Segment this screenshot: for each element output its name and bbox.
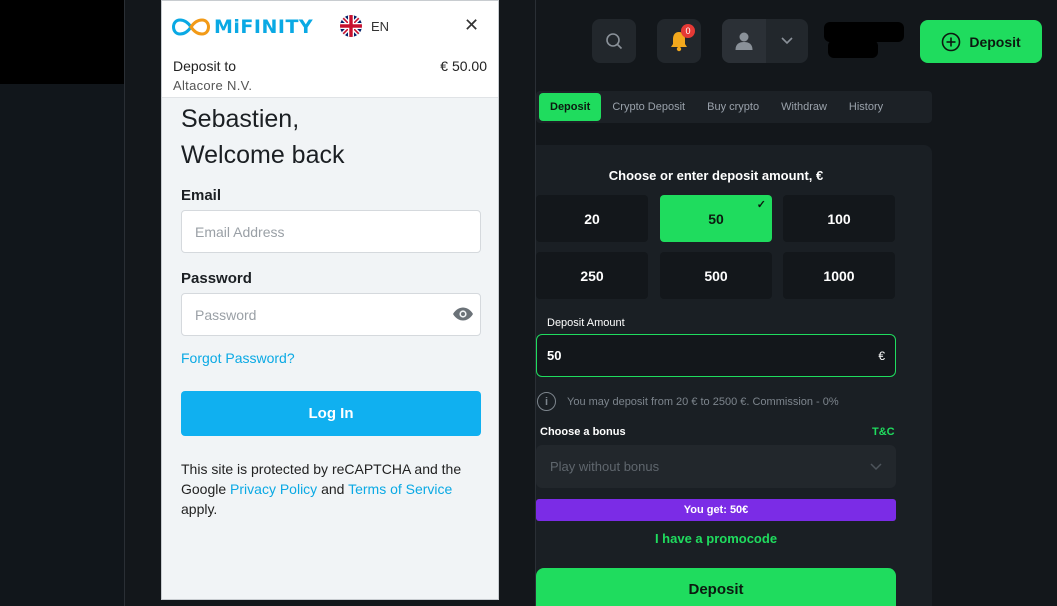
amount-label: 20 xyxy=(584,210,600,227)
account-menu-button[interactable] xyxy=(722,19,808,63)
welcome-heading: Sebastien, Welcome back xyxy=(181,101,345,173)
choose-amount-title: Choose or enter deposit amount, € xyxy=(608,168,824,183)
search-icon xyxy=(606,33,623,50)
password-field[interactable] xyxy=(181,293,481,336)
bonus-select[interactable]: Play without bonus xyxy=(536,445,896,488)
recaptcha-notice: This site is protected by reCAPTCHA and … xyxy=(181,459,481,519)
amount-option-1000[interactable]: 1000 xyxy=(783,252,895,299)
email-field[interactable] xyxy=(181,210,481,253)
login-button[interactable]: Log In xyxy=(181,391,481,436)
deposit-amount-label: Deposit Amount xyxy=(547,317,625,329)
tc-link[interactable]: T&C xyxy=(872,426,895,438)
amount-label: 1000 xyxy=(823,267,855,284)
left-header-area xyxy=(0,0,125,84)
header-deposit-label: Deposit xyxy=(969,33,1021,50)
close-icon[interactable]: ✕ xyxy=(464,15,479,36)
apply-text: apply. xyxy=(181,501,218,517)
promocode-link[interactable]: I have a promocode xyxy=(536,531,896,546)
user-icon xyxy=(735,32,753,50)
info-icon: i xyxy=(537,392,556,411)
notification-badge: 0 xyxy=(681,24,695,38)
mifinity-payment-window: MiFINITY EN ✕ Deposit to € 50.00 Altacor… xyxy=(161,0,499,600)
deposit-amount-value: 50 xyxy=(547,348,562,363)
deposit-total: € 50.00 xyxy=(440,58,487,74)
screen: 0 Deposit Deposit Crypto Deposit Buy cry… xyxy=(0,0,1057,606)
mifinity-header: MiFINITY EN ✕ Deposit to € 50.00 Altacor… xyxy=(162,1,498,98)
user-avatar xyxy=(722,19,766,63)
amount-label: 500 xyxy=(704,267,728,284)
amount-option-100[interactable]: 100 xyxy=(783,195,895,242)
language-selector[interactable]: EN xyxy=(340,15,389,37)
language-code: EN xyxy=(371,18,390,34)
infinity-logo-icon xyxy=(172,18,210,36)
tab-crypto-deposit[interactable]: Crypto Deposit xyxy=(601,93,696,121)
tab-withdraw[interactable]: Withdraw xyxy=(770,93,838,121)
search-button[interactable] xyxy=(592,19,636,63)
left-sidebar xyxy=(0,84,125,606)
amount-label: 100 xyxy=(827,210,851,227)
password-label: Password xyxy=(181,270,252,287)
bonus-label: Choose a bonus xyxy=(540,426,626,438)
deposit-submit-button[interactable]: Deposit xyxy=(536,568,896,606)
amount-label: 50 xyxy=(708,210,724,227)
currency-symbol: € xyxy=(878,348,885,363)
account-dropdown[interactable] xyxy=(766,19,808,63)
tab-deposit[interactable]: Deposit xyxy=(539,93,602,121)
amount-option-250[interactable]: 250 xyxy=(536,252,648,299)
email-label: Email xyxy=(181,187,222,204)
deposit-amount-input[interactable]: 50 € xyxy=(536,334,896,377)
show-password-eye-icon[interactable] xyxy=(452,307,474,321)
tab-buy-crypto[interactable]: Buy crypto xyxy=(696,93,770,121)
merchant-name: Altacore N.V. xyxy=(173,78,253,93)
privacy-policy-link[interactable]: Privacy Policy xyxy=(230,481,317,497)
deposit-limits-text: You may deposit from 20 € to 2500 €. Com… xyxy=(567,395,839,408)
cashier-tabs: Deposit Crypto Deposit Buy crypto Withdr… xyxy=(536,91,932,123)
bonus-selected-value: Play without bonus xyxy=(550,459,660,474)
forgot-password-link[interactable]: Forgot Password? xyxy=(181,350,295,366)
divider xyxy=(124,0,125,606)
chevron-down-icon xyxy=(781,37,793,45)
deposit-limits-info: i You may deposit from 20 € to 2500 €. C… xyxy=(537,392,839,411)
uk-flag-icon xyxy=(340,15,362,37)
welcome-back: Welcome back xyxy=(181,141,345,169)
mifinity-logo: MiFINITY xyxy=(172,16,313,38)
header-deposit-button[interactable]: Deposit xyxy=(920,20,1042,63)
tab-history[interactable]: History xyxy=(838,93,894,121)
chevron-down-icon xyxy=(870,462,882,470)
welcome-name: Sebastien, xyxy=(181,105,300,133)
and-text: and xyxy=(321,481,345,497)
deposit-to-label: Deposit to xyxy=(173,58,237,74)
amount-label: 250 xyxy=(580,267,604,284)
amount-option-50[interactable]: 50 ✓ xyxy=(660,195,772,242)
terms-of-service-link[interactable]: Terms of Service xyxy=(348,481,452,497)
you-get-banner: You get: 50€ xyxy=(536,499,896,521)
mifinity-login-body xyxy=(162,98,498,599)
amount-option-20[interactable]: 20 xyxy=(536,195,648,242)
mifinity-logo-text: MiFINITY xyxy=(214,16,314,38)
redacted-balance xyxy=(824,22,904,60)
check-icon: ✓ xyxy=(756,199,766,211)
plus-circle-icon xyxy=(942,32,961,51)
notifications-button[interactable] xyxy=(657,19,701,63)
amount-option-500[interactable]: 500 xyxy=(660,252,772,299)
